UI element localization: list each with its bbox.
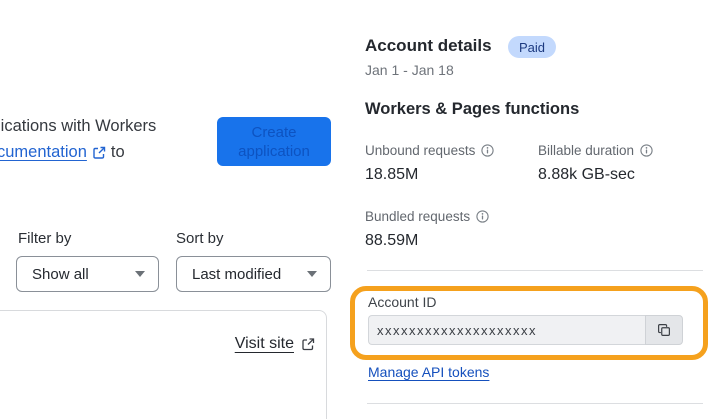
intro-text-line1: lications with Workers [0,117,157,135]
divider [367,270,703,271]
account-id-field-group [368,315,683,345]
info-icon[interactable] [476,210,489,223]
manage-api-tokens-link[interactable]: Manage API tokens [368,364,489,380]
project-card: Visit site [0,310,327,419]
intro-text-line2: cumentation to [0,143,125,162]
account-id-label: Account ID [368,294,437,310]
filter-dropdown-value: Show all [32,265,89,283]
sort-by-label: Sort by [176,230,224,247]
copy-icon [657,323,671,337]
intro-text-after-link: to [110,143,125,161]
stat-label: Unbound requests [365,143,476,158]
filter-by-label: Filter by [18,230,72,247]
workers-pages-functions-title: Workers & Pages functions [365,100,580,118]
info-icon[interactable] [481,144,494,157]
chevron-down-icon [135,271,145,277]
external-link-icon [301,337,315,351]
info-icon[interactable] [640,144,653,157]
visit-site-label: Visit site [234,335,294,352]
account-id-input[interactable] [368,315,645,345]
documentation-link[interactable]: cumentation [0,143,87,162]
copy-account-id-button[interactable] [645,315,683,345]
sort-dropdown-value: Last modified [192,265,282,283]
stat-bundled-requests: Bundled requests 88.59M [365,209,489,250]
stat-billable-duration: Billable duration 8.88k GB-sec [538,143,653,184]
stat-value: 18.85M [365,166,419,183]
stat-unbound-requests: Unbound requests 18.85M [365,143,494,184]
chevron-down-icon [307,271,317,277]
workers-pages-dashboard: lications with Workers cumentation to Cr… [0,0,718,419]
filter-dropdown[interactable]: Show all [16,256,159,292]
stat-label: Bundled requests [365,209,471,224]
stat-value: 8.88k GB-sec [538,166,635,183]
account-details-title: Account details [365,36,492,55]
external-link-icon [92,146,106,160]
date-range: Jan 1 - Jan 18 [365,62,454,78]
paid-plan-badge: Paid [508,36,557,58]
sort-dropdown[interactable]: Last modified [176,256,331,292]
stat-value: 88.59M [365,232,419,249]
create-application-button[interactable]: Create application [217,117,331,166]
stat-label: Billable duration [538,143,635,158]
divider [367,403,703,404]
visit-site-link[interactable]: Visit site [235,335,315,353]
